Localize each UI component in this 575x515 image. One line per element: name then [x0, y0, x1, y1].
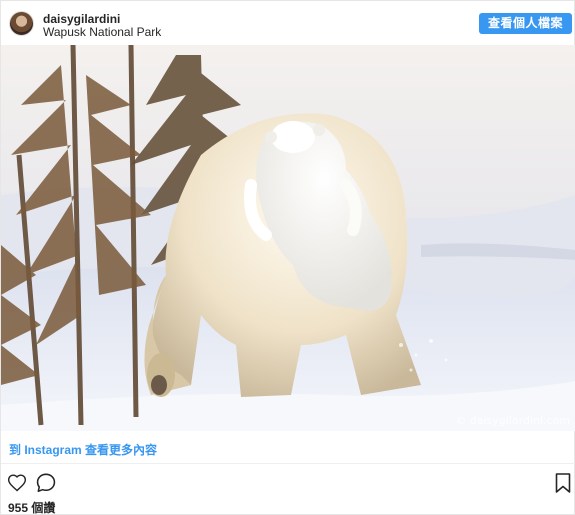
polar-bear-photo	[1, 45, 575, 431]
divider	[1, 463, 575, 464]
photo-watermark: © daisygilardini.com	[455, 414, 570, 427]
instagram-embed: daisygilardini Wapusk National Park 查看個人…	[0, 0, 575, 515]
view-more-on-instagram-link[interactable]: 到 Instagram 查看更多內容	[9, 441, 157, 458]
location[interactable]: Wapusk National Park	[43, 25, 161, 39]
comment-icon[interactable]	[35, 472, 57, 494]
post-photo[interactable]: © daisygilardini.com	[1, 45, 575, 431]
bookmark-icon[interactable]	[555, 473, 571, 493]
post-header: daisygilardini Wapusk National Park 查看個人…	[1, 1, 575, 45]
view-profile-button[interactable]: 查看個人檔案	[479, 13, 572, 34]
heart-icon[interactable]	[7, 473, 27, 493]
username[interactable]: daisygilardini	[43, 12, 120, 26]
likes-count[interactable]: 955 個讚	[8, 499, 55, 515]
avatar[interactable]	[9, 11, 34, 36]
